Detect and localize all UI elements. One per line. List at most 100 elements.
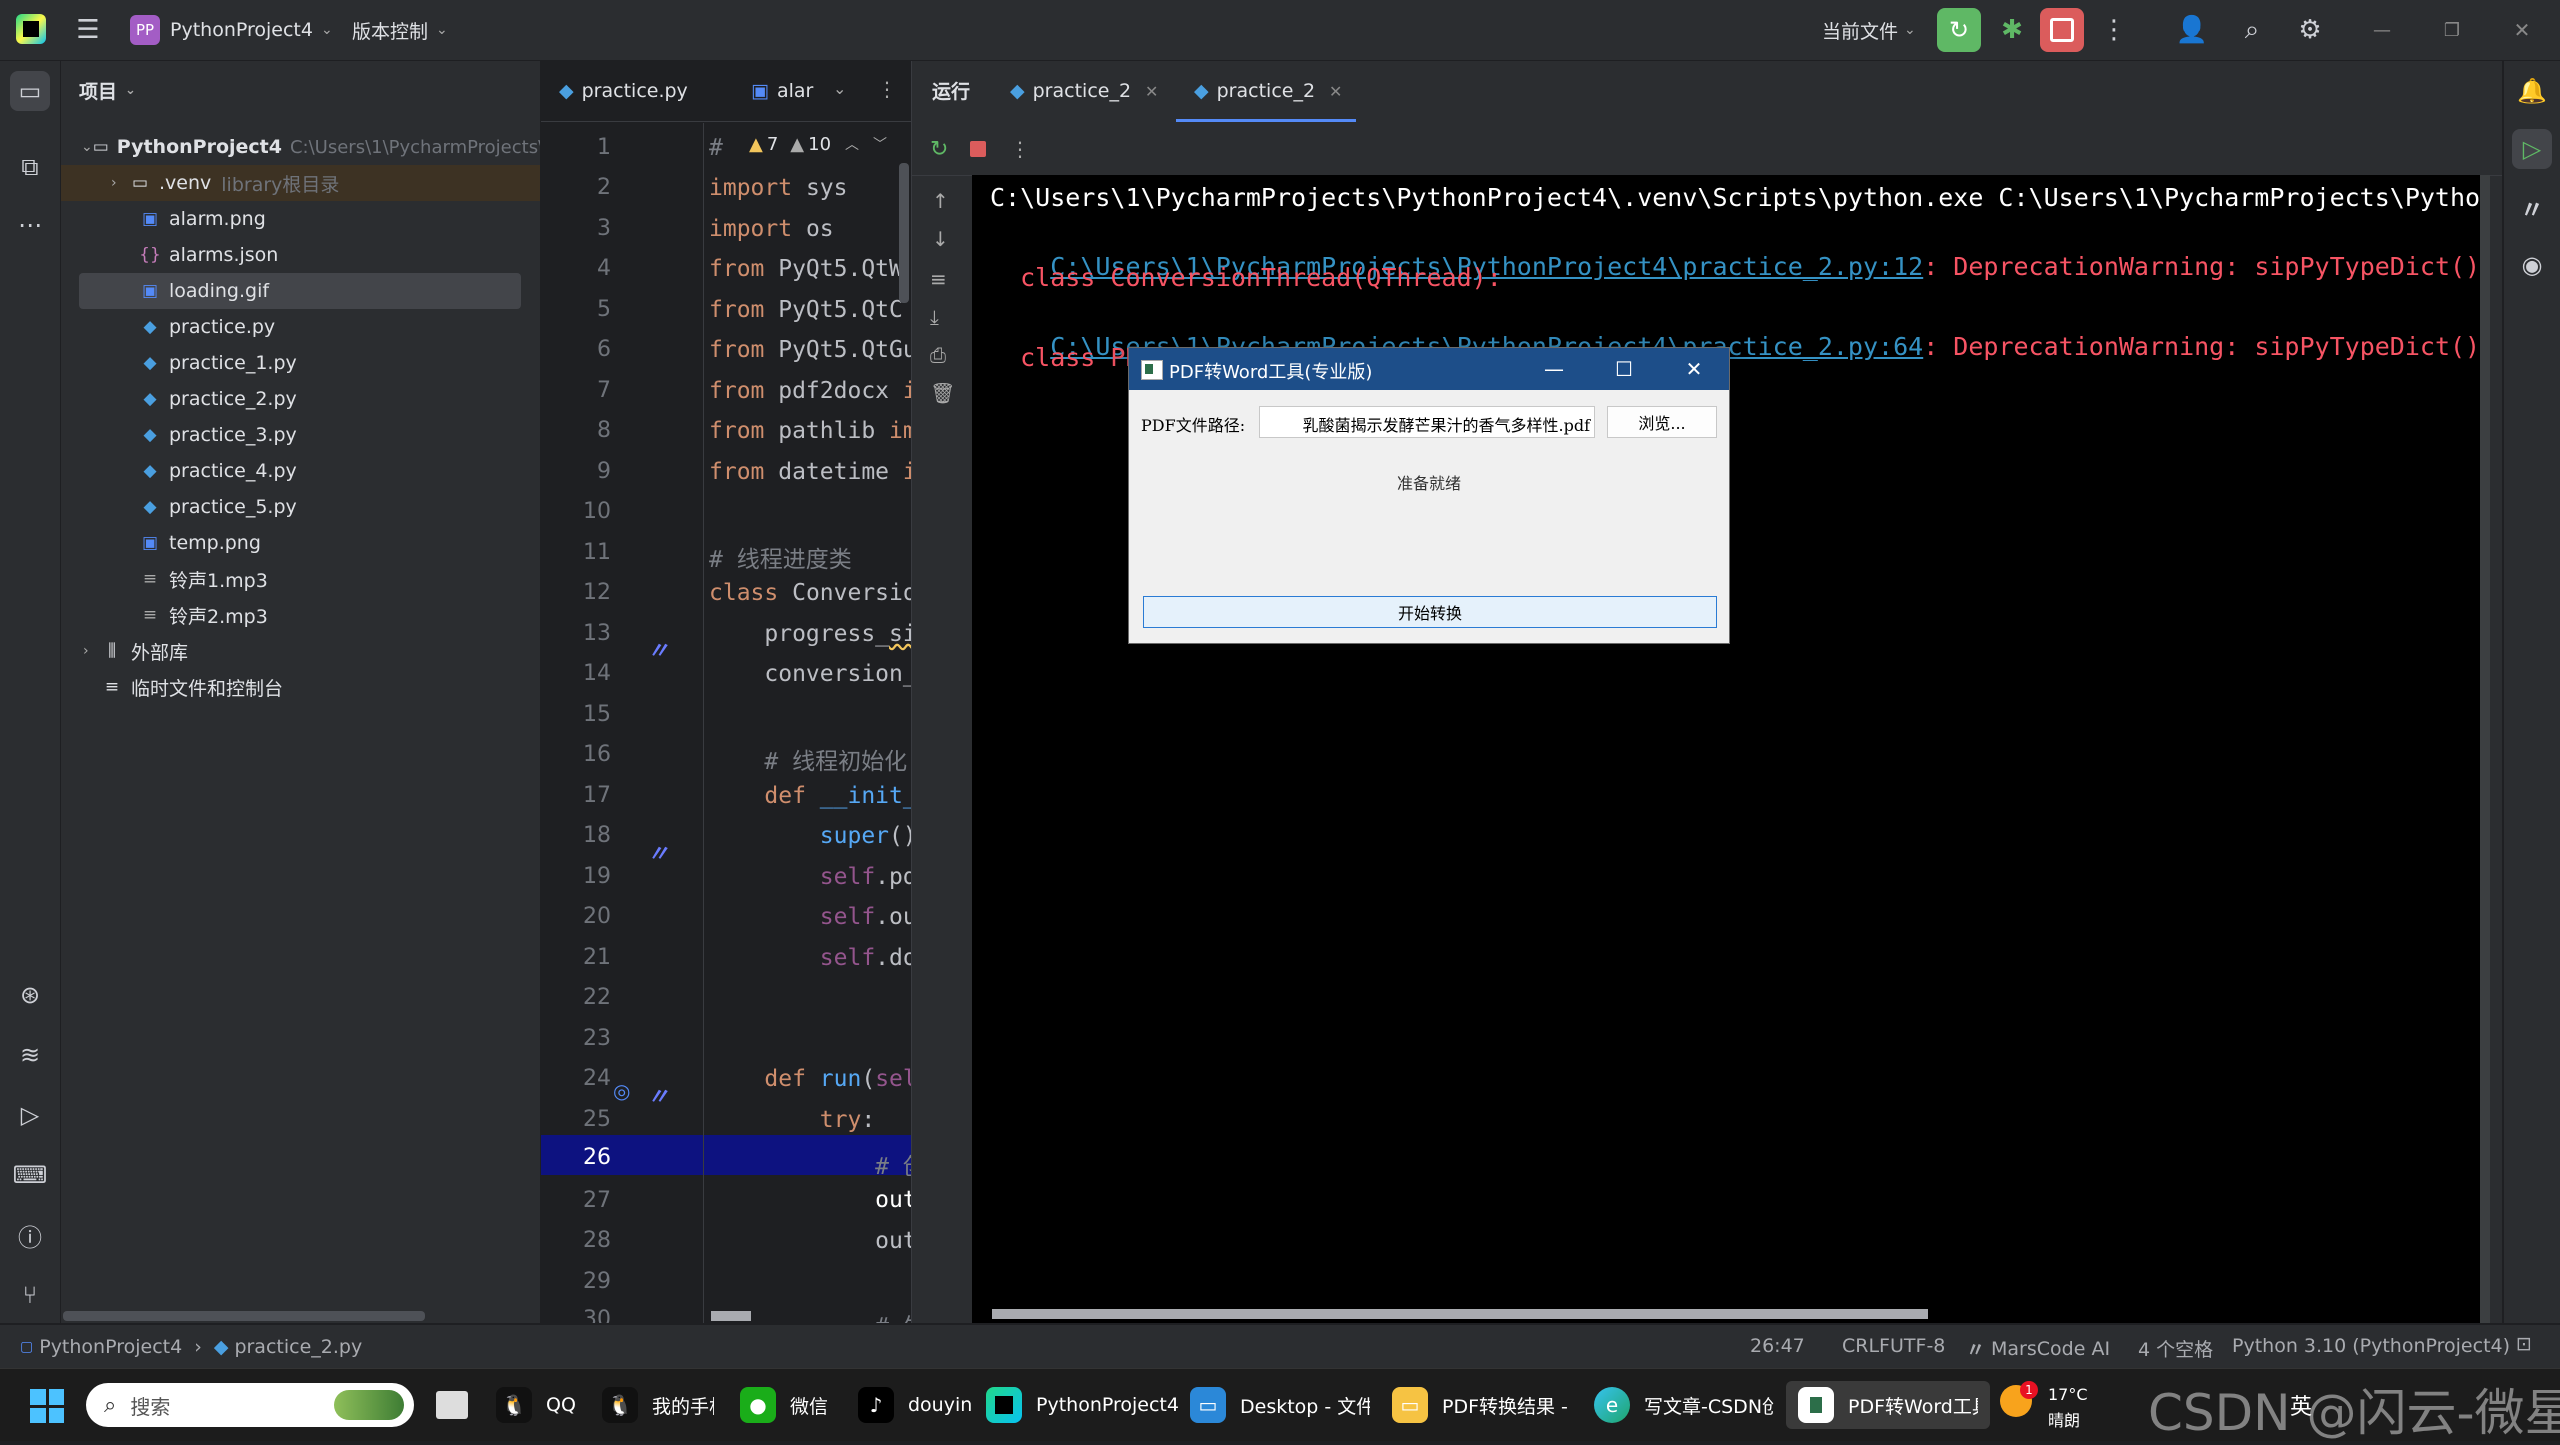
tree-item[interactable]: ◆ practice_5.py [61,489,540,525]
breadcrumb-project[interactable]: PythonProject4 [39,1336,182,1358]
start-convert-button[interactable]: 开始转换 [1143,596,1717,628]
inspection-widget[interactable]: ▲ 7 ▲ 10 ︿ ﹀ [749,131,887,157]
code-line[interactable]: def run(sel [709,1066,911,1092]
taskbar-app-explorer-desktop[interactable]: ▭ Desktop - 文件 [1190,1381,1370,1429]
soft-wrap-icon[interactable]: ≡ [930,267,947,291]
console-vertical-scrollbar[interactable] [2480,175,2490,1323]
marscode-icon[interactable]: 〃 [2512,187,2552,227]
code-line[interactable]: from pathlib im [709,418,911,444]
vcs-menu[interactable]: 版本控制 ⌄ [352,14,448,46]
caret-position[interactable]: 26:47 [1750,1335,1805,1357]
minimize-icon[interactable]: — [1519,348,1589,390]
tree-item[interactable]: ◆ practice_4.py [61,453,540,489]
taskbar-app-douyin[interactable]: ♪ douyin [858,1381,972,1429]
code-line[interactable]: from datetime i [709,459,911,485]
code-line[interactable]: self.ou [709,904,911,930]
marscode-status[interactable]: 〃 MarsCode AI [1966,1335,2110,1362]
taskbar-app-edge[interactable]: e 写文章-CSDN创 [1594,1381,1774,1429]
run-tool-icon[interactable]: ▷ [2512,129,2552,169]
terminal-icon[interactable]: ⌨ [10,1155,50,1195]
code-line-current[interactable]: out [709,1187,911,1213]
lock-icon[interactable]: ⊡ [2516,1333,2532,1355]
code-line[interactable]: from pdf2docx i [709,378,911,404]
code-line[interactable]: from PyQt5.QtC [709,297,903,323]
minimize-window-icon[interactable]: — [2360,8,2404,52]
taskbar-app-phone[interactable]: 🐧 我的手机 [602,1381,714,1429]
ai-assistant-icon[interactable]: ◉ [2512,245,2552,285]
code-line[interactable]: super() [709,823,911,849]
taskbar-app-wechat[interactable]: ● 微信 [740,1381,828,1429]
pdf-path-input[interactable]: 乳酸菌揭示发酵芒果汁的香气多样性.pdf [1259,406,1595,438]
console-horizontal-scrollbar[interactable] [992,1309,1928,1319]
add-user-icon[interactable]: 👤 [2170,8,2214,52]
taskbar-app-pdf-tool[interactable]: PDF转Word工具 [1786,1381,1990,1429]
code-line[interactable]: from PyQt5.QtGu [709,337,911,363]
code-line[interactable]: self.do [709,945,911,971]
horizontal-scrollbar[interactable] [711,1311,751,1321]
services-icon[interactable]: ▷ [10,1095,50,1135]
problems-icon[interactable]: ⓘ [10,1215,50,1255]
tree-item[interactable]: {} alarms.json [61,237,540,273]
restore-window-icon[interactable]: ❐ [2430,8,2474,52]
tree-item[interactable]: ◆ practice_1.py [61,345,540,381]
chevron-down-icon[interactable]: ⌄ [833,79,846,98]
more-options-icon[interactable]: ⋮ [1010,137,1030,161]
windows-start-icon[interactable] [30,1389,64,1423]
tree-item-selected[interactable]: ▣ loading.gif [79,273,521,309]
search-icon[interactable]: ⌕ [2230,8,2274,52]
git-icon[interactable]: ⑂ [10,1275,50,1315]
taskbar-search-box[interactable]: ⌕ 搜索 [86,1383,414,1427]
editor-tab[interactable]: ▣ alar [751,75,813,107]
task-view-icon[interactable] [436,1391,468,1419]
code-line[interactable]: progress_si [709,621,911,647]
python-packages-icon[interactable]: ⊛ [10,975,50,1015]
tree-item[interactable]: ▣ temp.png [61,525,540,561]
code-line[interactable]: # 创 [709,1147,911,1181]
notifications-bell-icon[interactable]: 🔔 [2512,71,2552,111]
vertical-scrollbar[interactable] [899,163,909,303]
structure-icon[interactable]: ⧉ [10,147,50,187]
override-gutter-icon[interactable]: ◎ [613,1079,630,1103]
code-line[interactable]: import os [709,216,834,242]
close-icon[interactable]: ✕ [1659,348,1729,390]
rerun-button[interactable]: ↻ [1937,8,1981,52]
scroll-up-icon[interactable]: ↑ [932,189,949,213]
project-panel-header[interactable]: 项目 ⌄ [79,75,136,105]
more-actions-icon[interactable]: ⋮ [2092,8,2136,52]
run-config-selector[interactable]: 当前文件 ⌄ [1822,14,1916,46]
marscode-gutter-icon[interactable]: 〃 [647,836,669,868]
line-separator[interactable]: CRLF [1842,1335,1890,1357]
code-line[interactable]: try: [709,1107,875,1133]
interpreter-selector[interactable]: Python 3.10 (PythonProject4) [2232,1335,2510,1357]
pycharm-logo-icon[interactable] [16,14,46,44]
code-line[interactable]: class Conversio [709,580,911,606]
browse-button[interactable]: 浏览... [1607,406,1717,438]
trash-icon[interactable]: 🗑 [930,381,955,405]
tree-item[interactable]: ◆ practice_3.py [61,417,540,453]
more-tools-icon[interactable]: ⋯ [10,205,50,245]
taskbar-app-explorer-results[interactable]: ▭ PDF转换结果 - [1392,1381,1572,1429]
tree-item-venv[interactable]: › ▭ . venv library根目录 [61,165,540,201]
rerun-icon[interactable]: ↻ [930,137,948,162]
taskbar-app-qq[interactable]: 🐧 QQ [496,1381,576,1429]
settings-gear-icon[interactable]: ⚙ [2288,8,2332,52]
run-tab-active[interactable]: ◆ practice_2 ✕ [1194,75,1342,107]
horizontal-scrollbar[interactable] [63,1311,425,1321]
dialog-title-bar[interactable]: PDF转Word工具(专业版) — ☐ ✕ [1129,348,1729,390]
tree-item[interactable]: ◆ practice_2.py [61,381,540,417]
breadcrumb-file[interactable]: practice_2.py [234,1336,362,1358]
code-line[interactable]: from PyQt5.QtW [709,256,903,282]
close-window-icon[interactable]: ✕ [2500,8,2544,52]
code-line[interactable]: # 线程进度类 [709,540,852,574]
code-line[interactable]: conversion_ [709,661,911,687]
stop-button[interactable] [2040,8,2084,52]
code-line[interactable]: import sys [709,175,847,201]
editor-tab[interactable]: ◆ practice.py [559,75,688,107]
more-tabs-icon[interactable]: ⋮ [877,77,897,101]
code-line[interactable]: # 线程初始化 [709,742,907,776]
run-tab[interactable]: ◆ practice_2 ✕ [1010,75,1158,107]
tree-item[interactable]: ▣ alarm.png [61,201,540,237]
close-tab-icon[interactable]: ✕ [1145,82,1158,101]
close-tab-icon[interactable]: ✕ [1329,82,1342,101]
code-line[interactable]: # [709,135,723,161]
